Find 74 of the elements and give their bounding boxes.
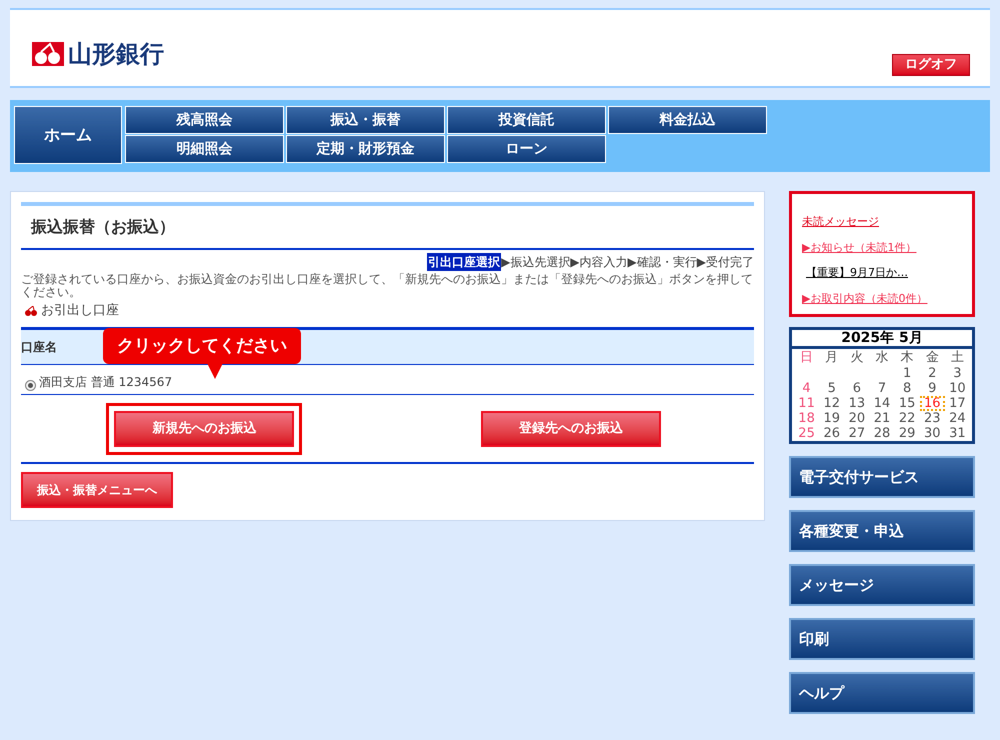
- weekday-label: 火: [849, 349, 864, 366]
- calendar-day[interactable]: 22: [894, 411, 920, 426]
- calendar-day[interactable]: 15: [894, 396, 920, 411]
- calendar-day[interactable]: 6: [844, 381, 870, 396]
- calendar-day[interactable]: 3: [944, 366, 970, 381]
- nav-tab[interactable]: 料金払込: [608, 106, 767, 134]
- callout-pointer-icon: [207, 363, 223, 379]
- transfer-button[interactable]: 新規先へのお振込: [114, 410, 294, 446]
- calendar-day[interactable]: 16: [920, 396, 945, 411]
- nav-tab[interactable]: 投資信託: [447, 106, 606, 134]
- step-label: 内容入力: [580, 254, 628, 271]
- weekday-label: 土: [950, 349, 965, 366]
- calendar-day[interactable]: 29: [894, 426, 920, 441]
- calendar-day[interactable]: 10: [944, 381, 970, 396]
- step-label: 受付完了: [706, 254, 754, 271]
- cherry-logo-icon: [32, 42, 64, 66]
- weekday-label: 木: [900, 349, 915, 366]
- calendar-day[interactable]: 21: [869, 411, 895, 426]
- nav-tab[interactable]: 振込・振替: [286, 106, 445, 134]
- step-label: 振込先選択: [510, 254, 570, 271]
- weekday-label: 月: [824, 349, 840, 366]
- calendar-day[interactable]: 1: [894, 366, 920, 381]
- calendar-day[interactable]: 14: [869, 396, 895, 411]
- page-title: 振込振替（お振込）: [30, 216, 176, 238]
- step-separator: ▶: [628, 254, 637, 271]
- message-category-link[interactable]: ▶お取引内容（未読0件）: [802, 290, 962, 307]
- calendar-day[interactable]: 31: [944, 426, 970, 441]
- nav-tab[interactable]: 明細照会: [125, 135, 284, 163]
- bank-logo-text: 山形銀行: [68, 39, 164, 70]
- calendar-day[interactable]: 7: [869, 381, 895, 396]
- section-heading: お引出し口座: [41, 302, 119, 320]
- nav-tab[interactable]: 残高照会: [125, 106, 284, 134]
- side-menu-button[interactable]: 印刷: [789, 618, 975, 660]
- step-label: 確認・実行: [636, 254, 697, 271]
- cherry-icon: [25, 306, 37, 316]
- transfer-button[interactable]: 登録先へのお振込: [480, 410, 661, 446]
- calendar-day[interactable]: 19: [819, 411, 844, 426]
- step-separator: ▶: [570, 254, 580, 271]
- calendar-day[interactable]: 5: [819, 381, 844, 396]
- transfer-menu-button[interactable]: 振込・振替メニューへ: [21, 472, 173, 508]
- account-name: 酒田支店 普通 1234567: [39, 374, 172, 391]
- step-separator: ▶: [696, 254, 706, 271]
- side-menu-button[interactable]: 電子交付サービス: [789, 456, 975, 498]
- weekday-label: 水: [874, 349, 890, 366]
- calendar-day[interactable]: 13: [844, 396, 870, 411]
- side-menu-button[interactable]: メッセージ: [789, 564, 975, 606]
- logoff-button[interactable]: ログオフ: [892, 54, 970, 76]
- calendar-day[interactable]: 30: [920, 426, 945, 441]
- nav-tab[interactable]: 定期・財形預金: [286, 135, 445, 163]
- calendar-day[interactable]: 24: [944, 411, 970, 426]
- step-separator: ▶: [501, 254, 510, 271]
- message-category-link[interactable]: ▶お知らせ（未読1件）: [802, 240, 962, 256]
- side-menu-button[interactable]: 各種変更・申込: [789, 510, 975, 552]
- weekday-label: 日: [799, 349, 814, 366]
- calendar-day[interactable]: 23: [920, 411, 945, 426]
- step-label: 引出口座選択: [427, 253, 502, 271]
- weekday-label: 金: [924, 349, 940, 366]
- calendar-day[interactable]: 26: [819, 426, 844, 441]
- calendar-day[interactable]: 8: [894, 381, 920, 396]
- message-link[interactable]: 【重要】9月7日か…: [802, 265, 962, 282]
- side-menu-button[interactable]: ヘルプ: [789, 672, 975, 714]
- calendar-title: 2025年 5月: [792, 330, 972, 349]
- calendar-day[interactable]: 9: [920, 381, 945, 396]
- instruction-text: ご登録されている口座から、お振込資金のお引出し口座を選択して、「新規先へのお振込」または「登録先へのお振込」ボタンを押してください。: [21, 273, 754, 299]
- calendar-day[interactable]: 2: [920, 366, 945, 381]
- calendar-day[interactable]: 28: [869, 426, 895, 441]
- radio-button[interactable]: [25, 380, 36, 391]
- calendar-day[interactable]: 12: [819, 396, 844, 411]
- nav-tab[interactable]: ローン: [447, 135, 606, 163]
- calendar-day[interactable]: 27: [844, 426, 870, 441]
- calendar-day[interactable]: 20: [844, 411, 870, 426]
- messages-link[interactable]: 未読メッセージ: [802, 214, 962, 230]
- home-nav-tab[interactable]: ホーム: [14, 106, 122, 164]
- calendar-day[interactable]: 17: [944, 396, 970, 411]
